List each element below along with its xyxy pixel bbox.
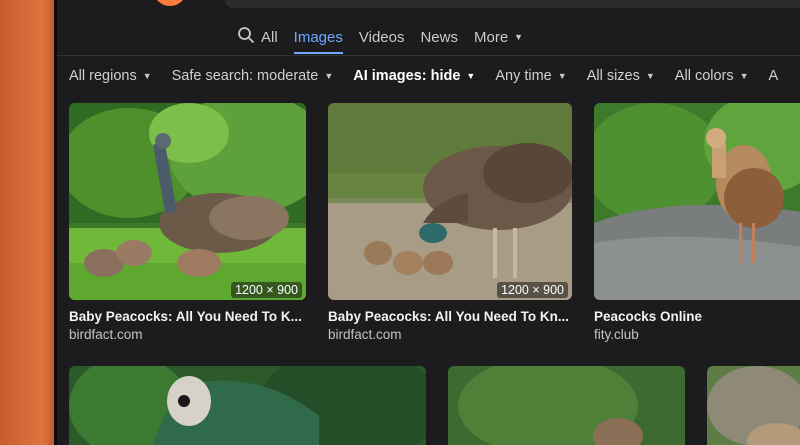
search-input[interactable] [225, 0, 800, 8]
filter-label: All sizes [586, 68, 640, 84]
filter-label: Any time [495, 68, 552, 84]
result-thumbnail[interactable]: 1200 × 900 [328, 103, 572, 300]
search-icon [237, 26, 255, 48]
result-source[interactable]: fity.club [594, 327, 639, 342]
tab-videos[interactable]: Videos [359, 22, 405, 52]
result-title[interactable]: Baby Peacocks: All You Need To Kn... [328, 309, 572, 324]
filter-label: Safe search: moderate [171, 68, 319, 84]
filter-label: All regions [69, 68, 137, 84]
tab-label: All [261, 28, 278, 46]
chevron-down-icon: ▼ [514, 32, 524, 42]
filter-label: A [768, 68, 779, 84]
result-source[interactable]: birdfact.com [328, 327, 402, 342]
tab-label: Images [293, 28, 343, 46]
search-tabs: All Images Videos News More ▼ [237, 22, 523, 54]
tab-all[interactable]: All [237, 22, 278, 52]
result-thumbnail[interactable]: 1200 × 900 [69, 103, 306, 300]
tab-label: Videos [358, 28, 405, 46]
result-source[interactable]: birdfact.com [69, 327, 143, 342]
filter-time[interactable]: Any time ▼ [495, 68, 566, 84]
chevron-down-icon: ▼ [466, 71, 476, 81]
result-thumbnail[interactable] [69, 366, 426, 445]
desk-background [0, 0, 60, 445]
filter-sizes[interactable]: All sizes ▼ [587, 68, 655, 84]
tab-news[interactable]: News [420, 22, 458, 52]
result-title[interactable]: Peacocks Online [594, 309, 800, 324]
tab-label: More [473, 28, 509, 46]
filter-bar: All regions ▼ Safe search: moderate ▼ AI… [69, 64, 778, 88]
result-title[interactable]: Baby Peacocks: All You Need To K... [69, 309, 306, 324]
result-thumbnail[interactable] [707, 366, 800, 445]
result-thumbnail[interactable] [448, 366, 685, 445]
filter-colors[interactable]: All colors ▼ [675, 68, 749, 84]
image-dimensions: 1200 × 900 [231, 282, 302, 298]
chevron-down-icon: ▼ [142, 71, 152, 81]
filter-ai-images[interactable]: AI images: hide ▼ [353, 68, 475, 84]
filter-more[interactable]: A [769, 68, 779, 84]
chevron-down-icon: ▼ [645, 71, 655, 81]
tab-label: News [420, 28, 458, 46]
image-dimensions: 1200 × 900 [497, 282, 568, 298]
result-thumbnail[interactable] [594, 103, 800, 300]
divider [57, 55, 800, 56]
filter-label: All colors [674, 68, 734, 84]
chevron-down-icon: ▼ [324, 71, 334, 81]
logo[interactable] [153, 0, 187, 6]
filter-label: AI images: hide [353, 68, 461, 84]
tab-images[interactable]: Images [293, 22, 344, 54]
chevron-down-icon: ▼ [557, 71, 567, 81]
tab-more[interactable]: More ▼ [474, 22, 523, 52]
top-bar [57, 0, 800, 12]
filter-safe-search[interactable]: Safe search: moderate ▼ [172, 68, 334, 84]
filter-regions[interactable]: All regions ▼ [69, 68, 152, 84]
browser-screen: All Images Videos News More ▼ All region… [54, 0, 800, 445]
chevron-down-icon: ▼ [739, 71, 749, 81]
